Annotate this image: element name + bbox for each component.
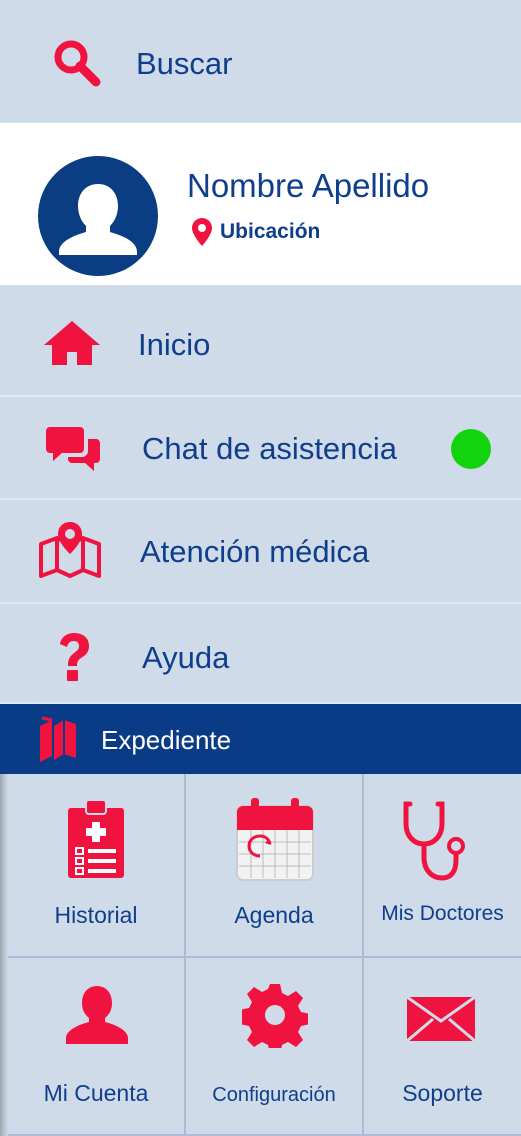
chat-icon	[46, 427, 100, 471]
calendar-icon	[236, 798, 314, 881]
menu-item-atencion-medica[interactable]: Atención médica	[0, 500, 521, 604]
menu-item-inicio[interactable]: Inicio	[0, 285, 521, 397]
grid-item-label: Mis Doctores	[381, 902, 504, 925]
profile-name: Nombre Apellido	[187, 167, 430, 204]
menu-item-ayuda[interactable]: Ayuda	[0, 604, 521, 704]
grid-item-mi-cuenta[interactable]: Mi Cuenta	[8, 958, 186, 1136]
grid-item-label: Agenda	[234, 902, 314, 928]
side-menu: Buscar Nombre Apellido Ubicación Inicio	[0, 0, 521, 1136]
section-header-expediente[interactable]: Expediente	[0, 704, 521, 774]
grid-item-label: Mi Cuenta	[43, 1080, 149, 1106]
grid-item-label: Historial	[54, 902, 138, 928]
profile-location: Ubicación	[192, 218, 320, 246]
grid-item-configuracion[interactable]: Configuración	[186, 958, 364, 1136]
search-label: Buscar	[136, 46, 233, 81]
map-pin-icon	[39, 522, 101, 578]
grid-item-agenda[interactable]: Agenda	[186, 774, 364, 958]
profile-card[interactable]: Nombre Apellido Ubicación	[0, 123, 521, 285]
search-row[interactable]: Buscar	[0, 0, 521, 123]
grid-item-soporte[interactable]: Soporte	[364, 958, 521, 1136]
user-icon	[66, 986, 128, 1044]
grid-item-historial[interactable]: Historial	[8, 774, 186, 958]
section-header-label: Expediente	[101, 725, 232, 755]
location-pin-icon	[192, 218, 212, 246]
clipboard-icon	[68, 799, 124, 878]
online-status-dot	[451, 429, 491, 469]
profile-location-label: Ubicación	[220, 220, 321, 243]
menu-item-label: Atención médica	[140, 534, 370, 569]
books-icon	[40, 716, 76, 762]
avatar	[38, 156, 158, 276]
home-icon	[44, 321, 100, 365]
menu-item-chat[interactable]: Chat de asistencia	[0, 397, 521, 500]
menu-item-label: Chat de asistencia	[142, 431, 398, 466]
search-icon	[54, 40, 101, 87]
expediente-grid: Historial Agenda Mis Doctores Mi Cuenta …	[0, 774, 521, 1136]
user-silhouette-icon	[59, 184, 137, 255]
grid-item-label: Soporte	[402, 1080, 483, 1106]
grid-item-mis-doctores[interactable]: Mis Doctores	[364, 774, 521, 958]
menu-item-label: Inicio	[138, 327, 211, 362]
menu-item-label: Ayuda	[142, 640, 230, 675]
question-icon	[60, 633, 89, 681]
envelope-icon	[406, 996, 476, 1042]
grid-item-label: Configuración	[212, 1084, 336, 1106]
stethoscope-icon	[403, 801, 465, 881]
gear-icon	[242, 984, 308, 1048]
